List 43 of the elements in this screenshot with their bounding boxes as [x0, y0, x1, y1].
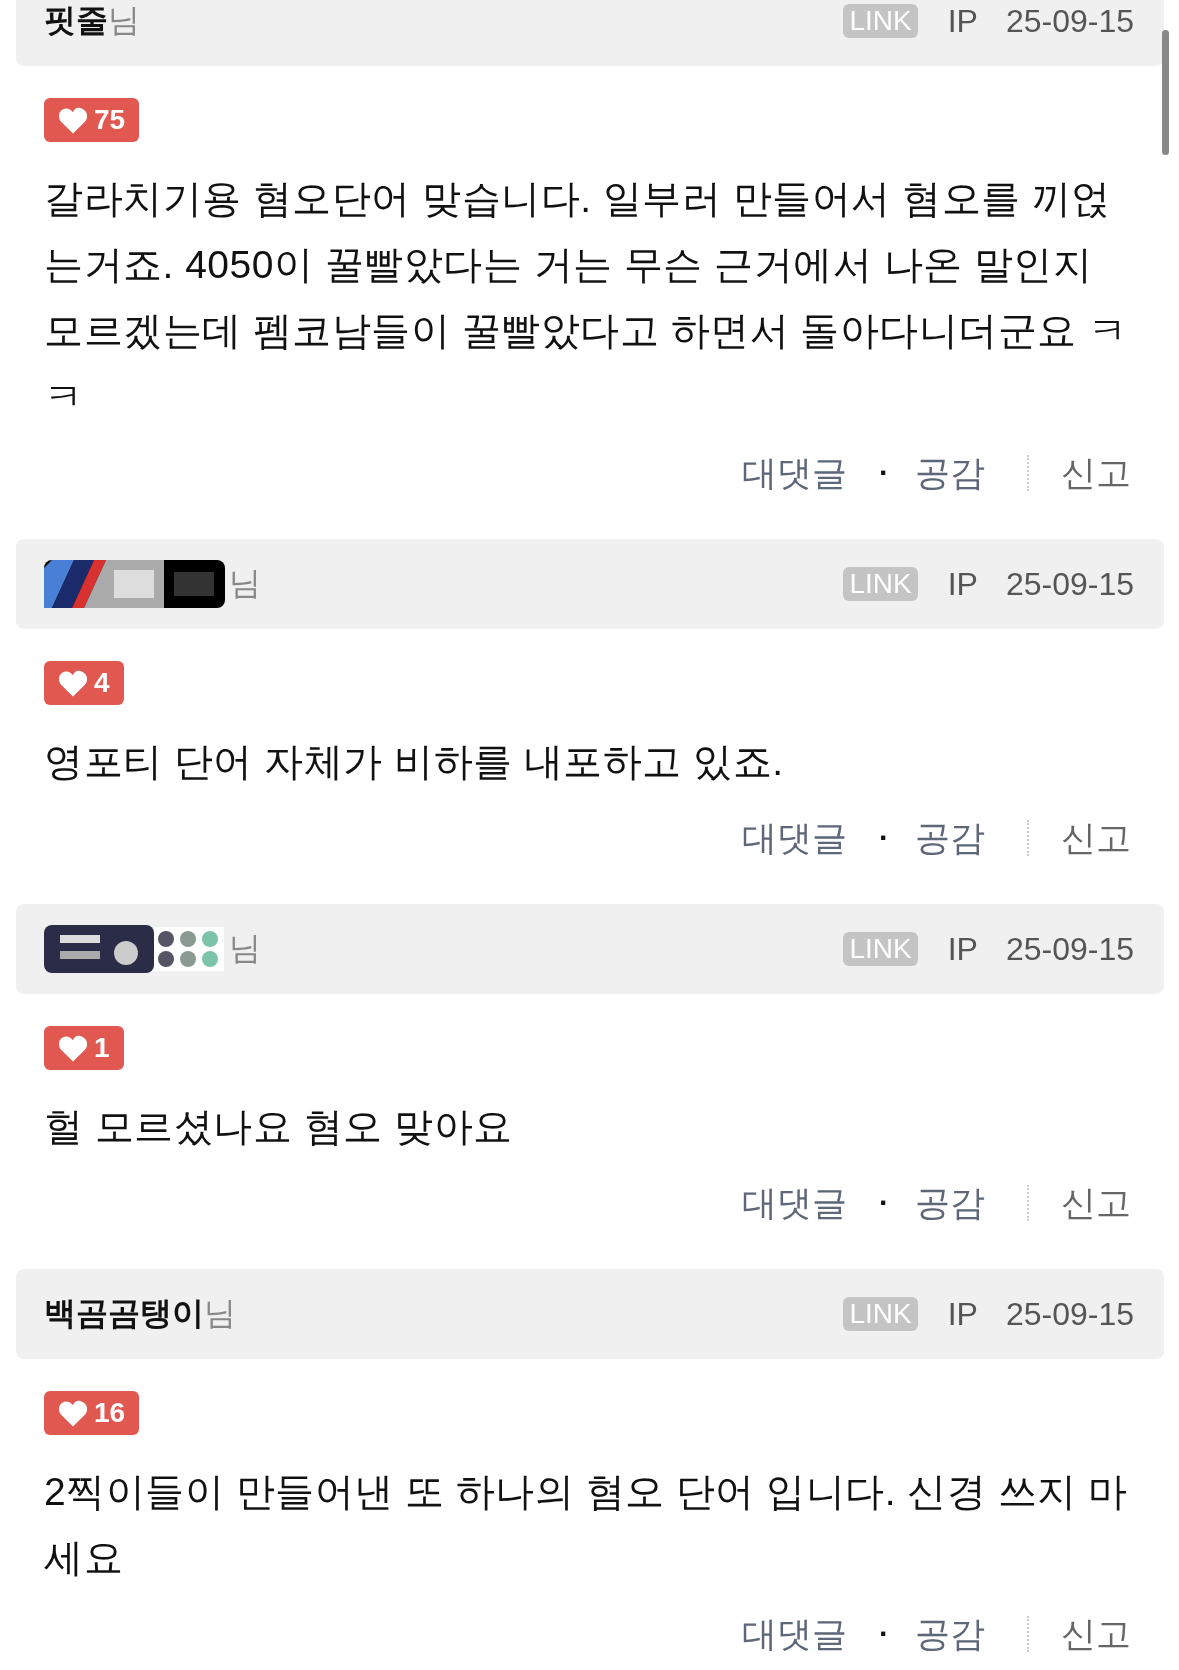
- ip-label: IP: [947, 930, 978, 968]
- nickname[interactable]: 핏줄: [44, 0, 108, 43]
- comment-text: 2찍이들이 만들어낸 또 하나의 혐오 단어 입니다. 신경 쓰지 마세요: [44, 1469, 1129, 1581]
- ip-label: IP: [947, 2, 978, 40]
- heart-icon: [58, 1034, 88, 1062]
- like-number: 16: [94, 1397, 126, 1429]
- comment-date: 25-09-15: [1005, 1295, 1134, 1333]
- report-link[interactable]: 신고: [1061, 1179, 1131, 1227]
- separator-dot: ·: [879, 1186, 889, 1220]
- scrollbar[interactable]: [1162, 30, 1169, 155]
- comment-text: 영포티 단어 자체가 비하를 내포하고 있죠.: [44, 739, 785, 785]
- reply-link[interactable]: 대댓글: [742, 814, 847, 862]
- comment-text: 헐 모르셨나요 혐오 맞아요: [44, 1104, 514, 1150]
- like-number: 1: [94, 1032, 110, 1064]
- reply-link[interactable]: 대댓글: [742, 449, 847, 497]
- like-number: 4: [94, 667, 110, 699]
- separator-dot: ·: [879, 821, 889, 855]
- reply-link[interactable]: 대댓글: [742, 1610, 847, 1658]
- ip-label: IP: [947, 1295, 978, 1333]
- reply-link[interactable]: 대댓글: [742, 1179, 847, 1227]
- heart-icon: [58, 669, 88, 697]
- report-link[interactable]: 신고: [1061, 814, 1131, 862]
- like-link[interactable]: 공감: [915, 449, 985, 497]
- report-link[interactable]: 신고: [1061, 1610, 1131, 1658]
- comment-date: 25-09-15: [1005, 565, 1134, 603]
- comment-text: 갈라치기용 혐오단어 맞습니다. 일부러 만들어서 혐오를 끼얹는거죠. 4050이 꿀빨았다는 거는 무슨 근거에서 나온 말인지 모르겠는데 펨코남들이 꿀빨았다고 하면서 돌아다니더군요 ㅋㅋ: [44, 176, 1129, 420]
- nickname[interactable]: 백곰곰탱이: [44, 1292, 204, 1336]
- separator-dot: ·: [879, 1617, 889, 1651]
- report-link[interactable]: 신고: [1061, 449, 1131, 497]
- like-link[interactable]: 공감: [915, 1179, 985, 1227]
- separator-dot: ·: [879, 456, 889, 490]
- heart-icon: [58, 1399, 88, 1427]
- like-link[interactable]: 공감: [915, 814, 985, 862]
- honorific: 님: [108, 1, 140, 40]
- comment-date: 25-09-15: [1005, 930, 1134, 968]
- heart-icon: [58, 106, 88, 134]
- comment-date: 25-09-15: [1005, 2, 1134, 40]
- ip-label: IP: [947, 565, 978, 603]
- like-number: 75: [94, 104, 126, 136]
- honorific: 님: [229, 929, 261, 968]
- honorific: 님: [204, 1294, 236, 1333]
- like-link[interactable]: 공감: [915, 1610, 985, 1658]
- honorific: 님: [229, 564, 261, 603]
